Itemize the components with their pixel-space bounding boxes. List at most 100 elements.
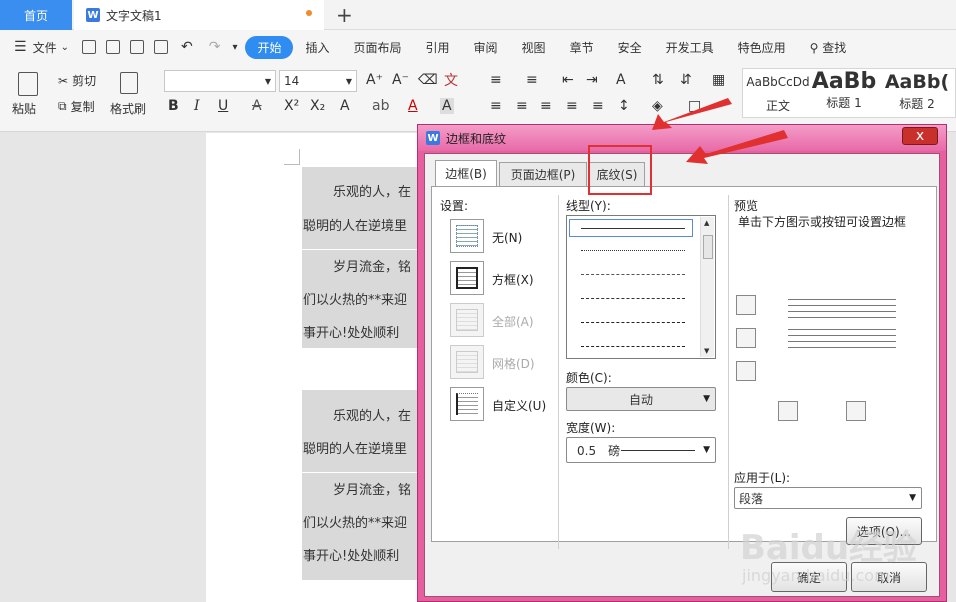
distribute-icon[interactable]: ≡ <box>592 98 604 114</box>
char-shading-icon[interactable]: A <box>440 98 454 114</box>
cut-button[interactable]: ✂ 剪切 <box>58 72 96 89</box>
copy-button[interactable]: ⧉ 复制 <box>58 98 95 115</box>
customize-icon[interactable]: ▾ <box>232 42 237 53</box>
menu-insert[interactable]: 插入 <box>293 39 341 56</box>
width-select[interactable]: 0.5 磅 ▼ <box>566 437 716 463</box>
setting-box-icon[interactable] <box>450 261 484 295</box>
format-painter-icon[interactable] <box>120 72 138 94</box>
scroll-up-icon[interactable]: ▲ <box>704 219 709 227</box>
shading-icon[interactable]: ◈ <box>652 98 663 114</box>
paragraph-spacing-icon[interactable]: ↕ <box>618 98 630 114</box>
style-heading-2-name: 标题 2 <box>899 97 935 111</box>
color-select[interactable]: 自动 ▼ <box>566 387 716 411</box>
linetype-list[interactable]: ▲ ▼ <box>566 215 716 359</box>
align-right-icon[interactable]: ≡ <box>540 98 552 114</box>
numbered-list-icon[interactable]: ≡ <box>526 72 538 88</box>
inside-horizontal-border-icon[interactable] <box>736 328 756 348</box>
menu-view[interactable]: 视图 <box>510 39 558 56</box>
decrease-indent-icon[interactable]: ⇤ <box>562 72 574 88</box>
text-effect-icon[interactable]: A <box>340 98 350 114</box>
align-left-icon[interactable]: ≡ <box>490 98 502 114</box>
menu-security[interactable]: 安全 <box>606 39 654 56</box>
strikethrough-icon[interactable]: A <box>252 98 262 114</box>
highlight-icon[interactable]: ab <box>372 98 389 114</box>
setting-custom-icon[interactable] <box>450 387 484 421</box>
scroll-down-icon[interactable]: ▼ <box>704 347 709 355</box>
menu-start[interactable]: 开始 <box>245 35 294 59</box>
top-border-icon[interactable] <box>736 295 756 315</box>
doc-line: 们以火热的**来迎 <box>303 293 408 308</box>
italic-icon[interactable]: I <box>194 98 200 114</box>
paste-button[interactable]: 粘贴 <box>12 100 36 117</box>
export-icon[interactable] <box>105 40 120 54</box>
redo-icon[interactable]: ↷ <box>209 39 221 55</box>
menu-review[interactable]: 审阅 <box>462 39 510 56</box>
tab-document[interactable]: W 文字文稿1 <box>74 0 324 30</box>
setting-none-label[interactable]: 无(N) <box>492 229 522 246</box>
menu-references[interactable]: 引用 <box>414 39 462 56</box>
subscript-icon[interactable]: X₂ <box>310 98 325 114</box>
new-tab-button[interactable]: + <box>336 3 353 27</box>
line-dotted[interactable] <box>581 250 685 251</box>
linetype-scrollbar[interactable]: ▲ ▼ <box>700 217 714 357</box>
style-heading-2[interactable]: AaBb( 标题 2 <box>879 71 955 112</box>
search-menu[interactable]: ⚲ 查找 <box>798 39 859 56</box>
clear-format-icon[interactable]: ⌫ <box>418 72 438 88</box>
apply-to-label: 应用于(L): <box>734 471 791 485</box>
align-center-icon[interactable]: ≡ <box>516 98 528 114</box>
increase-indent-icon[interactable]: ⇥ <box>586 72 598 88</box>
paste-icon[interactable] <box>18 72 38 96</box>
style-normal[interactable]: AaBbCcDd 正文 <box>745 75 811 114</box>
table-border-icon[interactable]: ▦ <box>712 72 725 88</box>
line-dashed-short[interactable] <box>581 274 685 275</box>
bottom-border-icon[interactable] <box>736 361 756 381</box>
dialog-titlebar[interactable]: W 边框和底纹 x <box>418 125 946 151</box>
setting-label: 设置: <box>440 199 469 213</box>
justify-icon[interactable]: ≡ <box>566 98 578 114</box>
color-label: 颜色(C): <box>566 371 612 385</box>
style-heading-1[interactable]: AaBb 标题 1 <box>811 69 877 111</box>
tab-borders[interactable]: 边框(B) <box>435 160 497 186</box>
grow-font-icon[interactable]: A⁺ <box>366 72 383 88</box>
menu-page-layout[interactable]: 页面布局 <box>342 39 414 56</box>
font-size-select[interactable]: 14 ▼ <box>279 70 357 92</box>
borders-icon[interactable]: □ <box>688 98 701 114</box>
tab-page-border[interactable]: 页面边框(P) <box>499 162 587 186</box>
preview-area[interactable] <box>788 299 900 365</box>
bold-icon[interactable]: B <box>168 98 179 114</box>
line-dashed[interactable] <box>581 298 685 299</box>
menu-developer[interactable]: 开发工具 <box>654 39 726 56</box>
doc-line: 聪明的人在逆境里 <box>303 442 408 457</box>
save-icon[interactable] <box>81 40 96 54</box>
setting-custom-label[interactable]: 自定义(U) <box>492 397 546 414</box>
menu-features[interactable]: 特色应用 <box>726 39 798 56</box>
apply-to-select[interactable]: 段落 ▼ <box>734 487 922 509</box>
left-border-icon[interactable] <box>778 401 798 421</box>
shrink-font-icon[interactable]: A⁻ <box>392 72 409 88</box>
line-solid[interactable] <box>581 228 685 229</box>
close-button[interactable]: x <box>902 127 938 145</box>
scroll-thumb[interactable] <box>703 235 713 259</box>
setting-none-icon[interactable] <box>450 219 484 253</box>
right-border-icon[interactable] <box>846 401 866 421</box>
setting-box-label[interactable]: 方框(X) <box>492 271 534 288</box>
format-painter-button[interactable]: 格式刷 <box>110 100 146 117</box>
line-dash-dot[interactable] <box>581 322 685 323</box>
menu-section[interactable]: 章节 <box>558 39 606 56</box>
underline-icon[interactable]: U <box>218 98 228 114</box>
file-menu[interactable]: ☰ 文件 ⌄ <box>0 39 77 56</box>
pinyin-icon[interactable]: 文 <box>444 70 458 90</box>
line-dash-dot-dot[interactable] <box>581 346 685 347</box>
bullet-list-icon[interactable]: ≡ <box>490 72 502 88</box>
print-preview-icon[interactable] <box>153 40 168 54</box>
superscript-icon[interactable]: X² <box>284 98 299 114</box>
divider <box>728 195 729 549</box>
font-name-select[interactable]: ▼ <box>164 70 276 92</box>
chinese-layout-icon[interactable]: A <box>616 72 626 88</box>
print-icon[interactable] <box>129 40 144 54</box>
undo-icon[interactable]: ↶ <box>181 39 193 55</box>
tab-home[interactable]: 首页 <box>0 0 72 30</box>
font-color-icon[interactable]: A <box>408 98 418 114</box>
sort-icon[interactable]: ⇅ <box>652 72 664 88</box>
line-spacing-icon[interactable]: ⇵ <box>680 72 692 88</box>
